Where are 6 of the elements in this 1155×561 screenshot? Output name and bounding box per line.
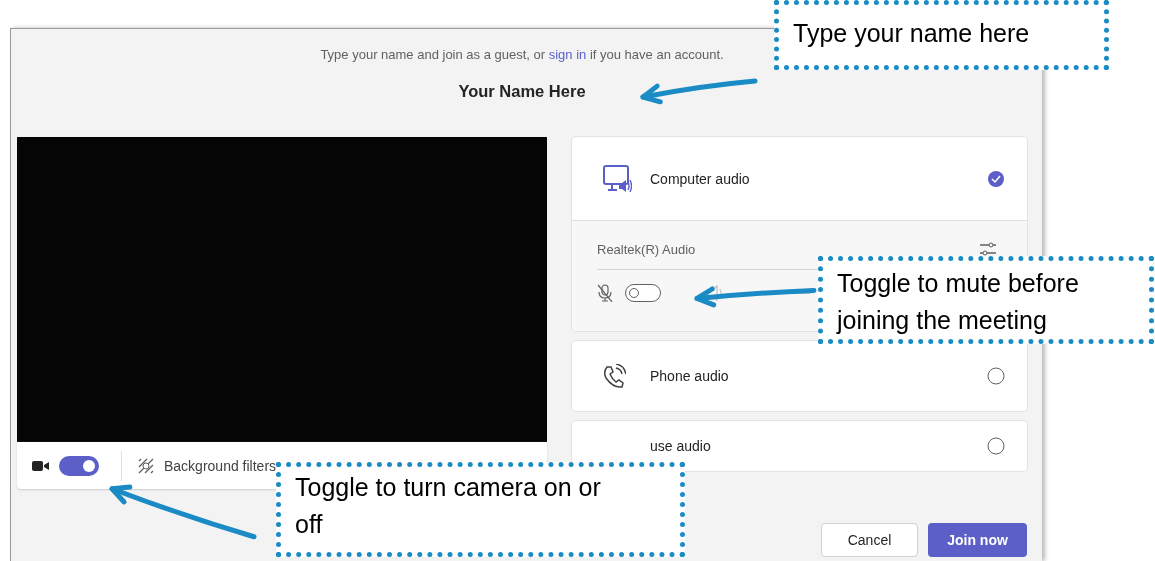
annotation-text: Toggle to turn camera on or off xyxy=(295,472,602,540)
option-label: use audio xyxy=(650,438,712,454)
device-name: Realtek(R) Audio xyxy=(597,241,696,257)
option-label: Phone audio xyxy=(650,368,730,384)
annotation-text: Type your name here xyxy=(793,18,1030,49)
option-label: Computer audio xyxy=(650,170,751,187)
